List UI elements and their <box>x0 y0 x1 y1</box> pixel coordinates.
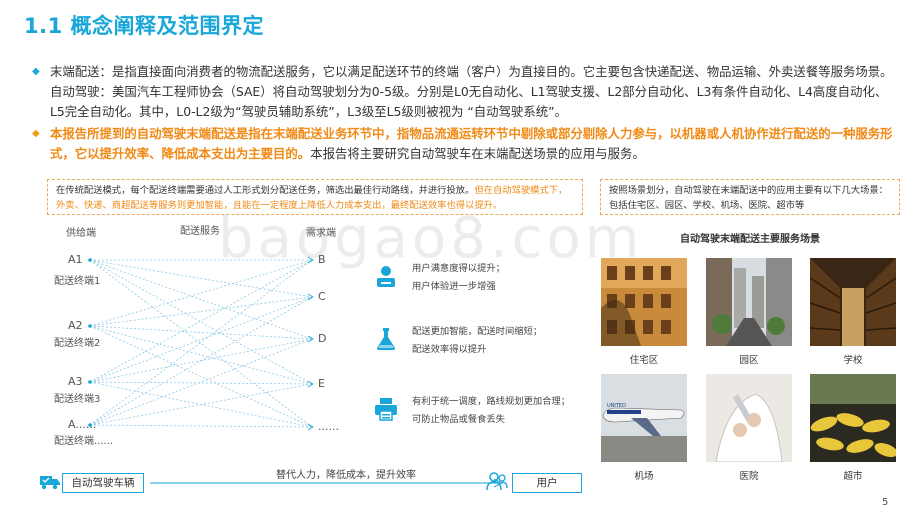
note-text: 按照场景划分，自动驾驶在末端配送中的应用主要有以下几大场景：包括住宅区、园区、学… <box>609 185 888 211</box>
benefit-line: 有利于统一调度，路线规划更加合理； <box>412 396 571 407</box>
network-link <box>89 296 313 426</box>
bullet-text: 末端配送：是指直接面向消费者的物流配送服务，它以满足配送环节的终端（客户）为直接… <box>50 64 893 119</box>
benefit-line: 可防止物品或餐食丢失 <box>412 414 505 425</box>
bullet-definition: ◆ 末端配送：是指直接面向消费者的物流配送服务，它以满足配送环节的终端（客户）为… <box>32 62 900 122</box>
page-number: 5 <box>882 497 889 508</box>
network-link <box>89 325 313 340</box>
page-title: 1.1 概念阐释及范围界定 <box>24 14 265 38</box>
supply-dot <box>88 380 92 384</box>
scene-caption: 园区 <box>739 355 759 366</box>
benefit-line: 用户体验进一步增强 <box>412 281 496 292</box>
demand-node: E <box>318 377 325 390</box>
demand-node: D <box>318 332 327 345</box>
network-link <box>89 259 313 428</box>
demand-node: B <box>318 253 326 266</box>
network-link <box>89 424 313 428</box>
benefit-line: 配送更加智能，配送时间缩短； <box>412 326 543 337</box>
network-link <box>89 259 313 340</box>
scene-caption: 机场 <box>634 471 654 482</box>
scene-school: 学校 <box>810 258 896 366</box>
bullet-text: 本报告将主要研究自动驾驶车在末端配送场景的应用与服务。 <box>310 146 645 161</box>
network-link <box>89 325 313 428</box>
supply-node-sub: 配送终端2 <box>54 338 101 349</box>
supply-node: A...... <box>68 418 97 431</box>
supply-dot <box>88 258 92 262</box>
bullet-list: ◆ 末端配送：是指直接面向消费者的物流配送服务，它以满足配送环节的终端（客户）为… <box>32 62 900 166</box>
scene-caption: 住宅区 <box>629 355 659 366</box>
scene-park: 园区 <box>706 258 792 366</box>
scene-airport: UNITED 机场 <box>601 374 687 482</box>
scene-caption: 医院 <box>739 471 759 482</box>
scene-hospital: 医院 <box>706 374 792 482</box>
scene-residential: 住宅区 <box>601 258 687 366</box>
benefit-line: 配送效率得以提升 <box>412 344 487 355</box>
supply-node: A1 <box>68 253 83 266</box>
users-icon <box>486 472 508 491</box>
scene-note: 按照场景划分，自动驾驶在末端配送中的应用主要有以下几大场景：包括住宅区、园区、学… <box>600 179 900 215</box>
supply-node-sub: 配送终端3 <box>54 394 101 405</box>
diamond-bullet-icon: ◆ <box>32 66 40 77</box>
benefit-dispatch: 有利于统一调度，路线规划更加合理； 可防止物品或餐食丢失 <box>368 393 598 433</box>
user-box: 用户 <box>512 473 582 493</box>
bullet-scope: ◆ 本报告所提到的自动驾驶末端配送是指在末端配送业务环节中，指物品流通运转环节中… <box>32 124 900 164</box>
note-text: 在传统配送模式，每个配送终端需要通过人工形式划分配送任务，筛选出最佳行动路线，并… <box>56 185 475 196</box>
airport-photo: UNITED <box>601 374 687 462</box>
arrow-head <box>307 293 314 301</box>
park-photo <box>706 258 792 346</box>
supply-node: A3 <box>68 375 83 388</box>
supply-node: A2 <box>68 319 83 332</box>
scene-caption: 超市 <box>843 471 863 482</box>
user-satisfaction-icon <box>377 266 395 287</box>
supply-node-sub: 配送终端...... <box>54 436 114 447</box>
hospital-photo <box>706 374 792 462</box>
residential-photo <box>601 258 687 346</box>
network-link <box>89 296 313 383</box>
autonomous-vehicle-box: 自动驾驶车辆 <box>62 473 144 493</box>
network-link <box>89 381 313 385</box>
flask-icon <box>377 328 395 350</box>
network-link <box>89 296 313 327</box>
truck-icon <box>40 476 60 490</box>
network-link <box>89 338 313 383</box>
supply-side-label: 供给端 <box>66 228 96 239</box>
network-lines <box>88 256 314 431</box>
scene-caption: 学校 <box>843 355 863 366</box>
benefit-efficiency: 配送更加智能，配送时间缩短； 配送效率得以提升 <box>368 323 598 363</box>
supermarket-photo <box>810 374 896 462</box>
flow-arrow <box>150 478 504 488</box>
network-link <box>89 383 313 426</box>
supply-dot <box>88 324 92 328</box>
diamond-bullet-icon: ◆ <box>32 128 40 139</box>
printer-icon <box>375 398 397 421</box>
demand-side-label: 需求端 <box>306 228 336 239</box>
benefit-user-satisfaction: 用户满意度得以提升； 用户体验进一步增强 <box>368 260 598 300</box>
demand-node: C <box>318 290 326 303</box>
supply-node-sub: 配送终端1 <box>54 276 101 287</box>
delivery-service-label: 配送服务 <box>180 226 220 237</box>
network-link <box>89 259 313 298</box>
scenes-title: 自动驾驶末端配送主要服务场景 <box>680 234 820 245</box>
demand-node: ...... <box>318 420 339 433</box>
delivery-network-diagram: 供给端 配送服务 需求端 A1 配送终端1 A2 配送终端2 A3 配送终端3 … <box>40 220 340 447</box>
scene-supermarket: 超市 <box>810 374 896 482</box>
svg-text:UNITED: UNITED <box>607 403 626 409</box>
school-photo <box>810 258 896 346</box>
benefit-line: 用户满意度得以提升； <box>412 263 505 274</box>
